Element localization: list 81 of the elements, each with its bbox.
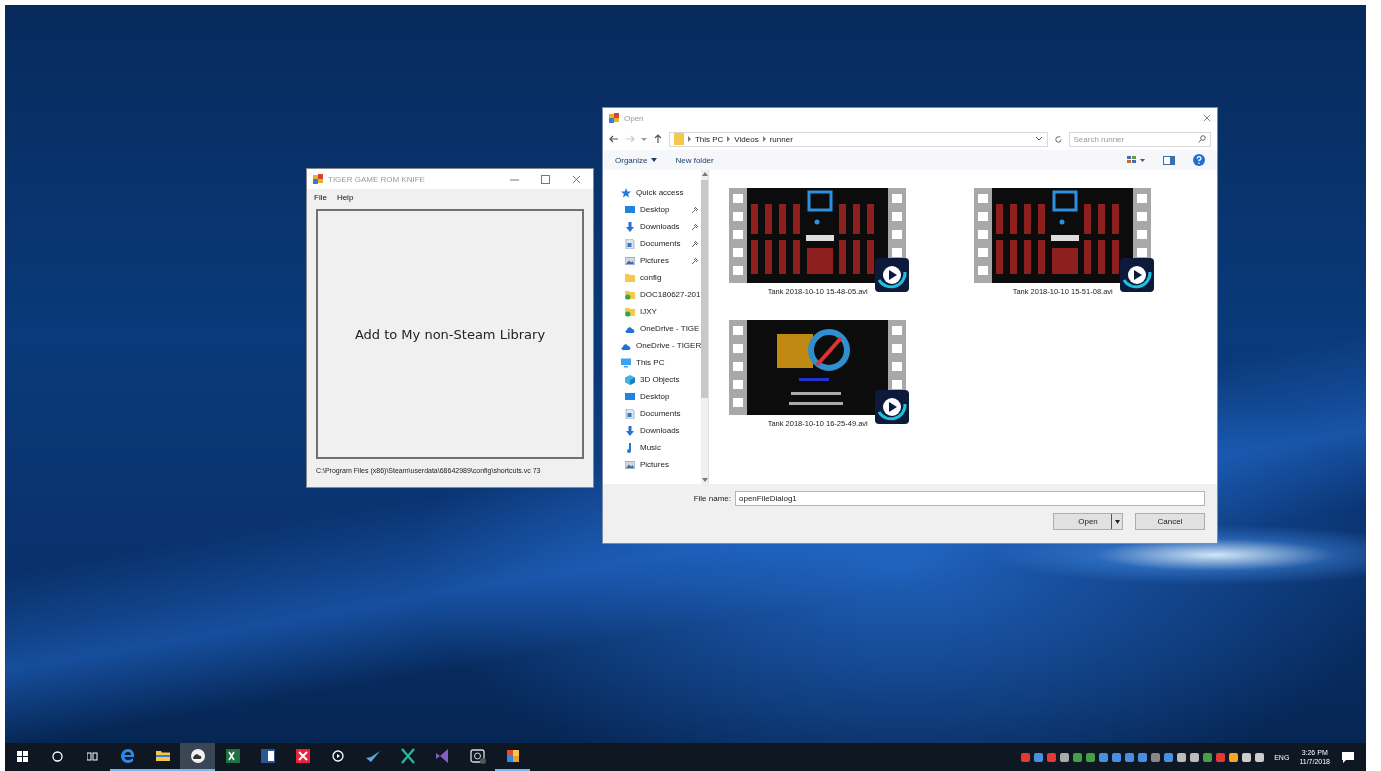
menu-item[interactable]: Help (333, 192, 357, 203)
caret-icon (651, 158, 658, 162)
caret-icon[interactable] (640, 136, 647, 142)
nav-item[interactable]: OneDrive - TIGER (603, 337, 702, 354)
camera-icon (468, 747, 487, 765)
caret-icon (1114, 519, 1120, 524)
field-label: File name: (693, 494, 731, 503)
play-badge-icon (875, 390, 910, 424)
nav-item[interactable]: Pictures (603, 252, 702, 269)
nav-item[interactable]: Pictures (603, 456, 702, 473)
nav-item[interactable]: Downloads (603, 218, 702, 235)
back-arrow-icon[interactable] (609, 134, 619, 144)
close-icon[interactable] (572, 174, 581, 184)
scroll-up-icon[interactable] (701, 172, 708, 176)
address-bar[interactable]: This PC Videos runner (668, 131, 1048, 147)
nav-item[interactable]: OneDrive - TIGE (603, 320, 702, 337)
play-badge-icon (875, 258, 910, 292)
app-icon (313, 174, 323, 184)
cancel-button[interactable]: Cancel (1135, 513, 1205, 530)
breadcrumb-item[interactable]: Videos (734, 134, 759, 144)
notification-icon[interactable] (1342, 751, 1354, 763)
windows-logo-icon (17, 750, 28, 762)
download-icon (625, 221, 635, 232)
preview-pane-icon[interactable] (1163, 155, 1175, 165)
cloud-icon (188, 747, 207, 765)
view-options-icon[interactable] (1127, 156, 1145, 164)
nav-item[interactable]: Documents (603, 405, 702, 422)
play-badge-icon (1120, 258, 1155, 292)
nav-item[interactable]: Desktop (603, 201, 702, 218)
task-view-icon (87, 750, 98, 762)
breadcrumb-item[interactable]: This PC (694, 134, 724, 144)
nav-item[interactable]: Documents (603, 235, 702, 252)
nav-item[interactable]: Downloads (603, 422, 702, 439)
taskbar-button[interactable] (180, 743, 215, 771)
folder-icon (673, 133, 684, 145)
document-icon (258, 747, 277, 765)
scroll-down-icon[interactable] (701, 478, 708, 482)
folder-icon (625, 289, 635, 300)
breadcrumb-item[interactable]: runner (769, 134, 793, 144)
file-name-field[interactable]: openFileDialog1 (735, 491, 1205, 506)
nav-item[interactable]: IJXY (603, 303, 702, 320)
scrollbar[interactable] (701, 170, 709, 484)
download-icon (625, 425, 635, 436)
maximize-icon[interactable] (541, 174, 550, 184)
nav-item[interactable]: Music (603, 439, 702, 456)
nav-item[interactable]: DOC180627-201 (603, 286, 702, 303)
menu-item[interactable]: File (311, 192, 330, 203)
desktop-icon (625, 204, 635, 215)
help-icon[interactable] (1193, 154, 1205, 166)
add-library-button[interactable]: Add to My non-Steam Library (316, 209, 584, 459)
nav-item[interactable]: Quick access (603, 184, 702, 201)
up-arrow-icon[interactable] (652, 134, 663, 144)
window-title: TIGER GAME ROM KNIFE (328, 174, 426, 184)
folder-icon (625, 272, 635, 283)
close-icon[interactable] (1203, 114, 1211, 122)
search-icon (1198, 135, 1207, 143)
chevron-down-icon[interactable] (1034, 136, 1043, 142)
window-title: Open (624, 113, 645, 123)
refresh-icon[interactable] (1053, 134, 1063, 144)
search-icon (52, 750, 63, 762)
x-icon (398, 747, 417, 765)
picture-icon (625, 255, 635, 266)
nav-item[interactable]: 3D Objects (603, 371, 702, 388)
document-icon (625, 408, 635, 419)
document-icon (625, 238, 635, 249)
picture-icon (625, 459, 635, 470)
cross-icon (293, 747, 312, 765)
browser-icon (118, 747, 137, 765)
star-icon (621, 187, 631, 198)
nav-item[interactable]: Desktop (603, 388, 702, 405)
new-folder-button[interactable]: New folder (675, 155, 714, 165)
organize-button[interactable]: Organize (615, 155, 658, 165)
desktop-icon (625, 391, 635, 402)
cube-icon (625, 374, 635, 385)
computer-icon (621, 357, 631, 368)
nav-item[interactable]: config (603, 269, 702, 286)
nav-item[interactable]: This PC (603, 354, 702, 371)
folder-icon (625, 306, 635, 317)
app-icon (609, 113, 619, 123)
spreadsheet-icon (223, 747, 242, 765)
open-button[interactable]: Open (1053, 513, 1123, 530)
